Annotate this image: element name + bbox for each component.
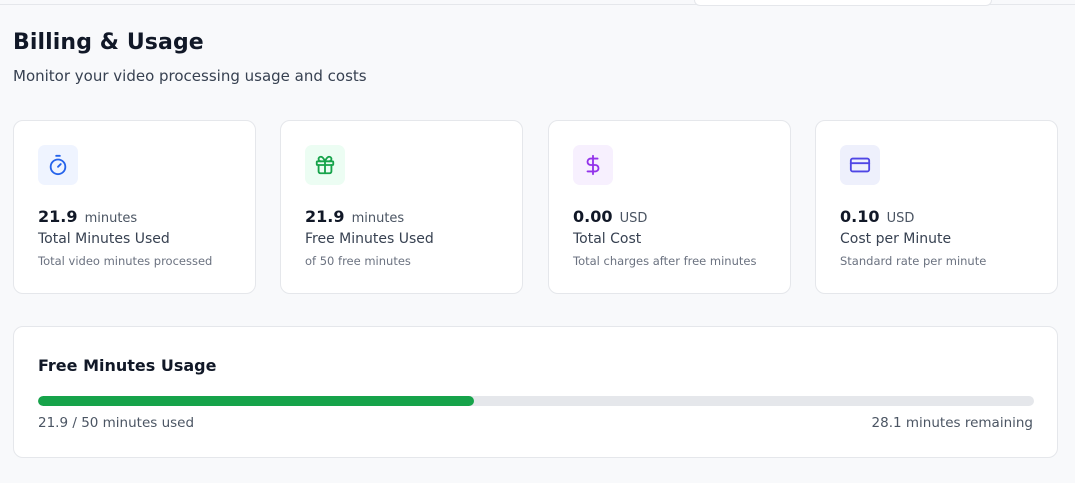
metric-label: Total Minutes Used <box>38 231 170 247</box>
metric-label: Total Cost <box>573 231 642 247</box>
top-header-strip <box>0 0 1075 6</box>
stopwatch-icon <box>38 145 78 185</box>
usage-progress-bar <box>38 396 1034 406</box>
metric-label: Cost per Minute <box>840 231 952 247</box>
free-minutes-usage-panel: Free Minutes Usage 21.9 / 50 minutes use… <box>13 326 1058 458</box>
metric-unit: USD <box>886 211 915 226</box>
credit-card-icon <box>840 145 880 185</box>
metric-total-minutes: 21.9 minutes <box>38 207 137 226</box>
page-subtitle: Monitor your video processing usage and … <box>13 67 367 85</box>
metric-value: 0.10 <box>840 207 880 226</box>
metric-value: 0.00 <box>573 207 613 226</box>
gift-icon <box>305 145 345 185</box>
metric-description: Total video minutes processed <box>38 254 213 268</box>
metric-description: Total charges after free minutes <box>573 254 757 268</box>
stat-card-cost-per-minute: 0.10 USD Cost per Minute Standard rate p… <box>815 120 1058 294</box>
metric-description: Standard rate per minute <box>840 254 987 268</box>
dollar-icon <box>573 145 613 185</box>
metric-value: 21.9 <box>305 207 345 226</box>
page-title: Billing & Usage <box>13 30 204 55</box>
stat-card-free-minutes: 21.9 minutes Free Minutes Used of 50 fre… <box>280 120 523 294</box>
stat-card-total-minutes: 21.9 minutes Total Minutes Used Total vi… <box>13 120 256 294</box>
header-search-box[interactable] <box>694 0 992 6</box>
metric-unit: USD <box>619 211 648 226</box>
metric-unit: minutes <box>84 211 138 226</box>
metric-label: Free Minutes Used <box>305 231 434 247</box>
metric-total-cost: 0.00 USD <box>573 207 647 226</box>
usage-remaining-text: 28.1 minutes remaining <box>871 415 1033 431</box>
stat-card-total-cost: 0.00 USD Total Cost Total charges after … <box>548 120 791 294</box>
usage-progress-fill <box>38 396 475 406</box>
metric-description: of 50 free minutes <box>305 254 411 268</box>
metric-unit: minutes <box>351 211 405 226</box>
metric-value: 21.9 <box>38 207 78 226</box>
usage-panel-title: Free Minutes Usage <box>38 356 217 375</box>
metric-cost-per-minute: 0.10 USD <box>840 207 914 226</box>
usage-used-text: 21.9 / 50 minutes used <box>38 415 195 431</box>
metric-free-minutes: 21.9 minutes <box>305 207 404 226</box>
